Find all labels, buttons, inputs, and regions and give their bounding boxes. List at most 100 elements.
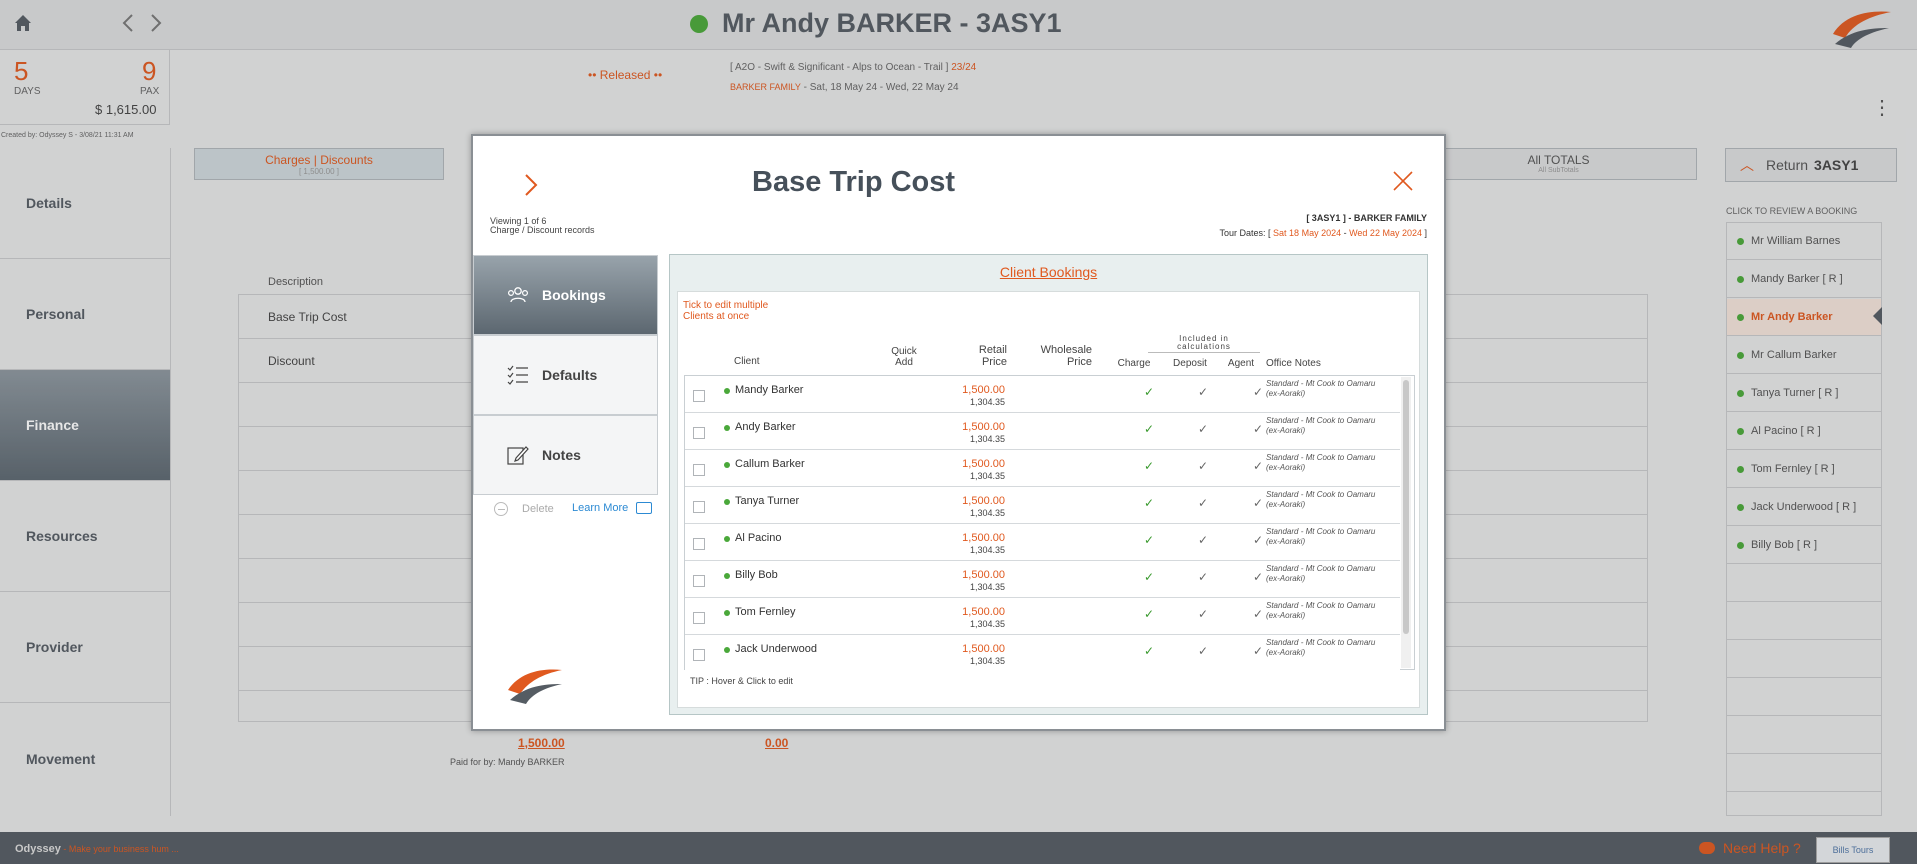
client-table: Mandy Barker 1,500.00 1,304.35 ✓ ✓ ✓ Sta… <box>684 375 1415 672</box>
deposit-check-icon[interactable]: ✓ <box>1198 570 1208 584</box>
charge-check-icon[interactable]: ✓ <box>1144 496 1154 510</box>
retail-price: 1,500.00 <box>962 384 1005 396</box>
row-checkbox[interactable] <box>693 464 705 476</box>
charge-check-icon[interactable]: ✓ <box>1144 422 1154 436</box>
agent-check-icon[interactable]: ✓ <box>1253 644 1263 658</box>
row-checkbox[interactable] <box>693 612 705 624</box>
retail-price: 1,500.00 <box>962 495 1005 507</box>
office-notes: Standard - Mt Cook to Oamaru (ex-Aoraki) <box>1266 564 1376 583</box>
table-row[interactable]: Tanya Turner 1,500.00 1,304.35 ✓ ✓ ✓ Sta… <box>685 487 1400 524</box>
row-checkbox[interactable] <box>693 538 705 550</box>
client-name: Tom Fernley <box>735 606 796 618</box>
table-row[interactable]: Jack Underwood 1,500.00 1,304.35 ✓ ✓ ✓ S… <box>685 635 1400 672</box>
tour-date-start: Sat 18 May 2024 <box>1273 228 1342 238</box>
next-record-icon[interactable] <box>521 172 541 198</box>
charge-check-icon[interactable]: ✓ <box>1144 385 1154 399</box>
people-icon <box>507 287 529 303</box>
office-notes: Standard - Mt Cook to Oamaru (ex-Aoraki) <box>1266 527 1376 546</box>
panel-title[interactable]: Client Bookings <box>669 264 1428 280</box>
row-checkbox[interactable] <box>693 427 705 439</box>
charge-check-icon[interactable]: ✓ <box>1144 607 1154 621</box>
included-header: Included in calculations <box>1177 334 1231 351</box>
table-row[interactable]: Callum Barker 1,500.00 1,304.35 ✓ ✓ ✓ St… <box>685 450 1400 487</box>
status-dot <box>724 425 730 431</box>
retail-price-header: Retail Price <box>978 344 1007 368</box>
client-name: Jack Underwood <box>735 643 817 655</box>
deposit-check-icon[interactable]: ✓ <box>1198 496 1208 510</box>
tour-dates-suffix: ] <box>1421 228 1427 238</box>
retail-price: 1,500.00 <box>962 569 1005 581</box>
deposit-check-icon[interactable]: ✓ <box>1198 459 1208 473</box>
charge-check-icon[interactable]: ✓ <box>1144 644 1154 658</box>
row-checkbox[interactable] <box>693 649 705 661</box>
list-icon <box>507 365 528 385</box>
wholesale-price: 1,304.35 <box>969 397 1005 407</box>
charge-check-icon[interactable]: ✓ <box>1144 570 1154 584</box>
row-checkbox[interactable] <box>693 575 705 587</box>
tab-defaults-label: Defaults <box>542 367 598 383</box>
retail-price: 1,500.00 <box>962 643 1005 655</box>
delete-button[interactable]: Delete <box>494 502 554 516</box>
wholesale-price: 1,304.35 <box>969 656 1005 666</box>
record-type: Charge / Discount records <box>490 225 595 235</box>
tab-notes[interactable]: Notes <box>473 415 658 495</box>
scrollbar-thumb[interactable] <box>1403 380 1409 634</box>
wholesale-price: 1,304.35 <box>969 471 1005 481</box>
client-name: Al Pacino <box>735 532 782 544</box>
agent-check-icon[interactable]: ✓ <box>1253 422 1263 436</box>
table-row[interactable]: Mandy Barker 1,500.00 1,304.35 ✓ ✓ ✓ Sta… <box>685 376 1400 413</box>
retail-price: 1,500.00 <box>962 606 1005 618</box>
tip-text: TIP : Hover & Click to edit <box>690 676 793 686</box>
wholesale-price: 1,304.35 <box>969 434 1005 444</box>
minus-circle-icon <box>494 502 508 516</box>
charge-check-icon[interactable]: ✓ <box>1144 459 1154 473</box>
table-row[interactable]: Billy Bob 1,500.00 1,304.35 ✓ ✓ ✓ Standa… <box>685 561 1400 598</box>
table-row[interactable]: Andy Barker 1,500.00 1,304.35 ✓ ✓ ✓ Stan… <box>685 413 1400 450</box>
deposit-check-icon[interactable]: ✓ <box>1198 644 1208 658</box>
video-camera-icon <box>636 502 653 514</box>
retail-price: 1,500.00 <box>962 532 1005 544</box>
charge-check-icon[interactable]: ✓ <box>1144 533 1154 547</box>
modal-title: Base Trip Cost <box>752 166 956 198</box>
office-notes: Standard - Mt Cook to Oamaru (ex-Aoraki) <box>1266 490 1376 509</box>
deposit-check-icon[interactable]: ✓ <box>1198 607 1208 621</box>
status-dot <box>724 647 730 653</box>
tab-bookings[interactable]: Bookings <box>473 255 658 335</box>
table-row[interactable]: Al Pacino 1,500.00 1,304.35 ✓ ✓ ✓ Standa… <box>685 524 1400 561</box>
table-row[interactable]: Tom Fernley 1,500.00 1,304.35 ✓ ✓ ✓ Stan… <box>685 598 1400 635</box>
quick-add-header: Quick Add <box>891 346 917 368</box>
agent-check-icon[interactable]: ✓ <box>1253 533 1263 547</box>
client-name: Tanya Turner <box>735 495 800 507</box>
client-name: Mandy Barker <box>735 384 804 396</box>
deposit-check-icon[interactable]: ✓ <box>1198 422 1208 436</box>
office-notes: Standard - Mt Cook to Oamaru (ex-Aoraki) <box>1266 453 1376 472</box>
tick-instruction: Tick to edit multiple <box>683 300 769 311</box>
status-dot <box>724 499 730 505</box>
edit-icon <box>507 446 529 465</box>
row-checkbox[interactable] <box>693 390 705 402</box>
status-dot <box>724 388 730 394</box>
close-icon[interactable] <box>1392 170 1414 192</box>
modal-tour-dates: Tour Dates: [ Sat 18 May 2024 - Wed 22 M… <box>1120 228 1428 238</box>
client-name: Callum Barker <box>735 458 805 470</box>
wholesale-price: 1,304.35 <box>969 619 1005 629</box>
agent-check-icon[interactable]: ✓ <box>1253 459 1263 473</box>
tab-defaults[interactable]: Defaults <box>473 335 658 415</box>
agent-check-icon[interactable]: ✓ <box>1253 607 1263 621</box>
status-dot <box>724 573 730 579</box>
office-notes: Standard - Mt Cook to Oamaru (ex-Aoraki) <box>1266 638 1376 657</box>
client-name: Andy Barker <box>735 421 796 433</box>
status-dot <box>724 462 730 468</box>
row-checkbox[interactable] <box>693 501 705 513</box>
tab-notes-label: Notes <box>542 447 581 463</box>
modal-trip-code: [ 3ASY1 ] - BARKER FAMILY <box>1306 213 1427 223</box>
learn-more-link[interactable]: Learn More <box>572 502 653 514</box>
agent-check-icon[interactable]: ✓ <box>1253 570 1263 584</box>
deposit-check-icon[interactable]: ✓ <box>1198 533 1208 547</box>
agent-check-icon[interactable]: ✓ <box>1253 496 1263 510</box>
tour-date-sep: - <box>1341 228 1350 238</box>
office-notes-header: Office Notes <box>1266 358 1321 369</box>
agent-check-icon[interactable]: ✓ <box>1253 385 1263 399</box>
tour-date-end: Wed 22 May 2024 <box>1349 228 1422 238</box>
deposit-check-icon[interactable]: ✓ <box>1198 385 1208 399</box>
